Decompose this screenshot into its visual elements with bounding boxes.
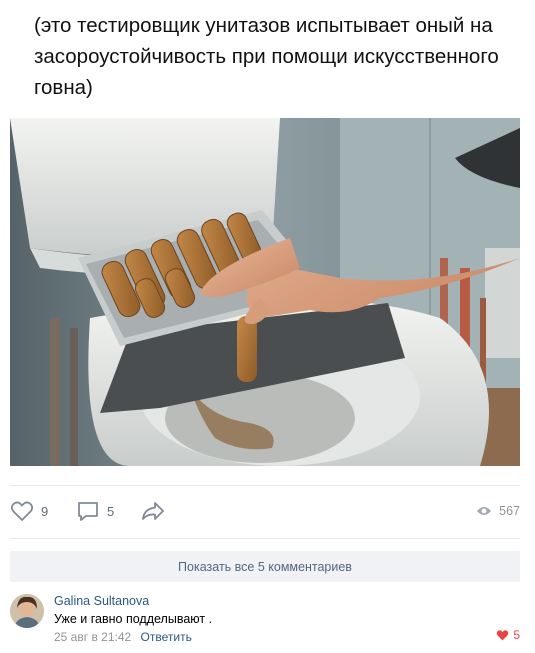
show-all-comments-button[interactable]: Показать все 5 комментариев (10, 551, 520, 582)
comment-button[interactable]: 5 (76, 496, 114, 526)
comment-text: Уже и гавно подделывают . (54, 612, 213, 626)
avatar[interactable] (10, 594, 44, 628)
post-photo[interactable] (10, 118, 520, 466)
view-count: 567 (499, 504, 520, 518)
divider (10, 538, 520, 539)
comment-like-button[interactable]: 5 (496, 628, 520, 642)
reply-link[interactable]: Ответить (141, 630, 192, 644)
eye-icon (477, 507, 492, 515)
post-actions: 9 5 567 (10, 496, 520, 526)
comment-meta: 25 авг в 21:42 Ответить (54, 630, 192, 644)
comment-author[interactable]: Galina Sultanova (54, 594, 149, 608)
comment-icon (78, 502, 98, 521)
divider (10, 485, 520, 486)
comment-count: 5 (107, 503, 115, 519)
avatar-image (10, 594, 44, 628)
comment-like-count: 5 (513, 628, 520, 642)
like-button[interactable]: 9 (10, 496, 48, 526)
share-button[interactable] (140, 496, 166, 526)
comment-timestamp[interactable]: 25 авг в 21:42 (54, 630, 131, 644)
heart-icon (10, 501, 34, 521)
heart-filled-icon (497, 630, 509, 641)
comment-item: Galina Sultanova Уже и гавно подделывают… (10, 590, 520, 650)
views: 567 (476, 496, 520, 526)
share-icon (142, 502, 164, 520)
like-count: 9 (41, 503, 49, 519)
photo-illustration (10, 118, 520, 466)
post-text: (это тестировщик унитазов испытывает оны… (34, 14, 499, 99)
